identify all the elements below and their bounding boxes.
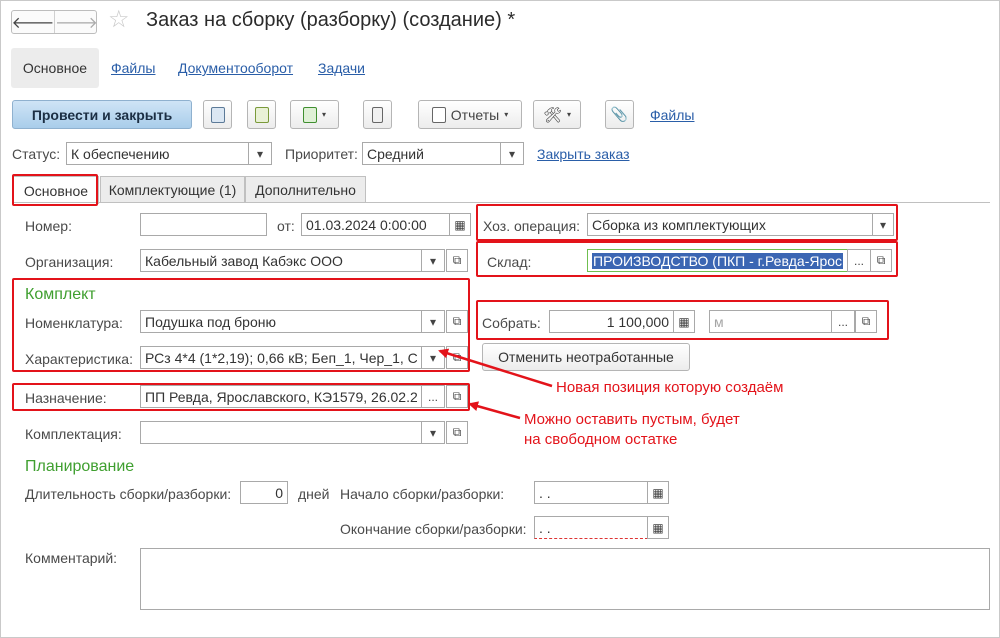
note-new-position: Новая позиция которую создаём — [556, 379, 784, 396]
arrow-to-purpose — [468, 401, 521, 420]
note-can-leave-empty-line1: Можно оставить пустым, будет — [524, 411, 740, 428]
annotation-arrows — [438, 348, 553, 420]
note-can-leave-empty-line2: на свободном остатке — [524, 431, 678, 448]
arrow-to-characteristic — [438, 348, 553, 388]
